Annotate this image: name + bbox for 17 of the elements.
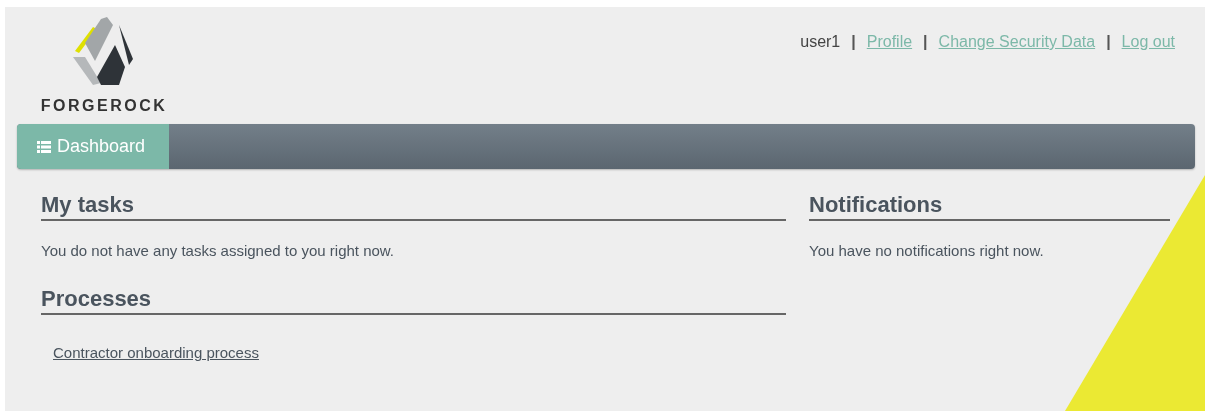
brand-name: FORGEROCK [40,97,168,115]
user-menu-link[interactable]: Change Security Data [938,33,1096,51]
user-menu-link[interactable]: Log out [1121,33,1175,51]
separator: | [1106,33,1111,51]
section-heading: Notifications [809,192,1170,221]
separator: | [923,33,928,51]
section-heading: Processes [41,286,786,315]
process-link[interactable]: Contractor onboarding process [53,344,259,361]
user-menu-link[interactable]: Profile [866,33,913,51]
empty-message: You do not have any tasks assigned to you right now. [41,242,396,259]
nav-tab[interactable]: Dashboard [17,124,170,169]
list-icon [37,140,51,153]
separator: | [851,33,856,51]
empty-message: You have no notifications right now. [809,242,1045,259]
logo-icon [73,15,135,87]
username: user1 [800,33,841,51]
section-heading: My tasks [41,192,786,221]
